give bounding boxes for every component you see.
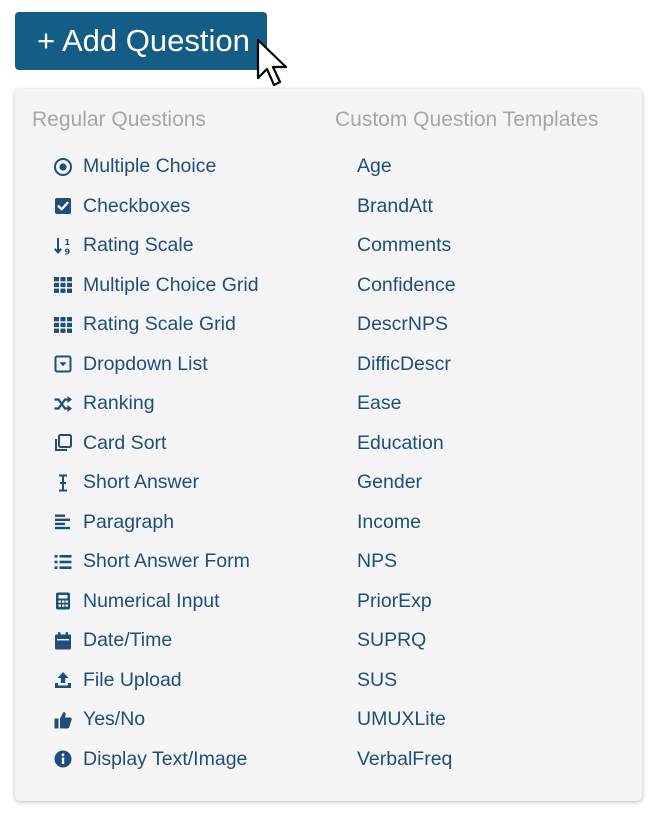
- menu-item-multiple-choice-grid[interactable]: Multiple Choice Grid: [52, 266, 259, 306]
- calendar-icon: [52, 630, 74, 652]
- template-item-suprq[interactable]: SUPRQ: [357, 621, 456, 661]
- menu-item-rating-scale[interactable]: 1 9 Rating Scale: [52, 226, 259, 266]
- text-cursor-icon: [52, 472, 74, 494]
- menu-item-date-time[interactable]: Date/Time: [52, 621, 259, 661]
- regular-questions-list: Multiple Choice Checkboxes 1 9 Rating Scale M…: [52, 147, 259, 779]
- menu-item-display-text-image[interactable]: Display Text/Image: [52, 740, 259, 780]
- menu-item-dropdown-list[interactable]: Dropdown List: [52, 345, 259, 385]
- menu-item-short-answer-form[interactable]: Short Answer Form: [52, 542, 259, 582]
- grid-icon: [52, 274, 74, 296]
- template-item-priorexp[interactable]: PriorExp: [357, 582, 456, 622]
- menu-item-short-answer[interactable]: Short Answer: [52, 463, 259, 503]
- calculator-icon: [52, 590, 74, 612]
- paragraph-icon: [52, 511, 74, 533]
- add-question-button[interactable]: + Add Question: [15, 12, 267, 70]
- menu-item-label: Rating Scale Grid: [83, 313, 236, 336]
- menu-item-numerical-input[interactable]: Numerical Input: [52, 582, 259, 622]
- template-item-verbalfreq[interactable]: VerbalFreq: [357, 740, 456, 780]
- menu-item-label: Multiple Choice: [83, 155, 217, 178]
- shuffle-icon: [52, 393, 74, 415]
- menu-item-card-sort[interactable]: Card Sort: [52, 424, 259, 464]
- menu-item-label: Short Answer: [83, 471, 199, 494]
- upload-icon: [52, 669, 74, 691]
- template-item-descrnps[interactable]: DescrNPS: [357, 305, 456, 345]
- mouse-pointer-icon: [256, 38, 288, 87]
- dropdown-icon: [52, 353, 74, 375]
- menu-item-yes-no[interactable]: Yes/No: [52, 700, 259, 740]
- add-question-dropdown-menu: Regular Questions Custom Question Templa…: [15, 89, 642, 801]
- radio-button-icon: [52, 156, 74, 178]
- info-icon: [52, 748, 74, 770]
- menu-item-paragraph[interactable]: Paragraph: [52, 503, 259, 543]
- svg-text:1: 1: [65, 238, 71, 247]
- custom-templates-heading: Custom Question Templates: [335, 108, 599, 131]
- template-item-umuxlite[interactable]: UMUXLite: [357, 700, 456, 740]
- menu-item-label: Multiple Choice Grid: [83, 273, 259, 296]
- template-item-income[interactable]: Income: [357, 503, 456, 543]
- template-item-brandatt[interactable]: BrandAtt: [357, 187, 456, 227]
- cards-icon: [52, 432, 74, 454]
- template-item-gender[interactable]: Gender: [357, 463, 456, 503]
- menu-item-label: Yes/No: [83, 708, 146, 731]
- sort-numeric-icon: 19: [52, 235, 74, 257]
- template-item-ease[interactable]: Ease: [357, 384, 456, 424]
- menu-item-label: Checkboxes: [83, 194, 191, 217]
- template-item-age[interactable]: Age: [357, 147, 456, 187]
- template-item-confidence[interactable]: Confidence: [357, 266, 456, 306]
- template-item-comments[interactable]: Comments: [357, 226, 456, 266]
- menu-item-file-upload[interactable]: File Upload: [52, 661, 259, 701]
- menu-item-rating-scale-grid[interactable]: Rating Scale Grid: [52, 305, 259, 345]
- menu-item-ranking[interactable]: Ranking: [52, 384, 259, 424]
- menu-item-label: Short Answer Form: [83, 550, 250, 573]
- menu-item-multiple-choice[interactable]: Multiple Choice: [52, 147, 259, 187]
- grid-icon: [52, 314, 74, 336]
- menu-item-label: Display Text/Image: [83, 747, 248, 770]
- custom-templates-list: Age BrandAtt Comments Confidence DescrNPS Dif…: [357, 147, 456, 779]
- template-item-education[interactable]: Education: [357, 424, 456, 464]
- menu-item-label: Card Sort: [83, 431, 167, 454]
- menu-item-label: Dropdown List: [83, 352, 208, 375]
- menu-item-label: Paragraph: [83, 510, 175, 533]
- checkbox-icon: [52, 195, 74, 217]
- menu-item-label: Numerical Input: [83, 589, 220, 612]
- list-icon: [52, 551, 74, 573]
- menu-item-label: Date/Time: [83, 629, 173, 652]
- template-item-sus[interactable]: SUS: [357, 661, 456, 701]
- template-item-difficdescr[interactable]: DifficDescr: [357, 345, 456, 385]
- menu-item-label: File Upload: [83, 668, 182, 691]
- menu-item-checkboxes[interactable]: Checkboxes: [52, 187, 259, 227]
- menu-item-label: Rating Scale: [83, 234, 194, 257]
- svg-text:9: 9: [65, 247, 71, 256]
- template-item-nps[interactable]: NPS: [357, 542, 456, 582]
- thumbs-up-icon: [52, 709, 74, 731]
- menu-item-label: Ranking: [83, 392, 155, 415]
- regular-questions-heading: Regular Questions: [32, 108, 206, 131]
